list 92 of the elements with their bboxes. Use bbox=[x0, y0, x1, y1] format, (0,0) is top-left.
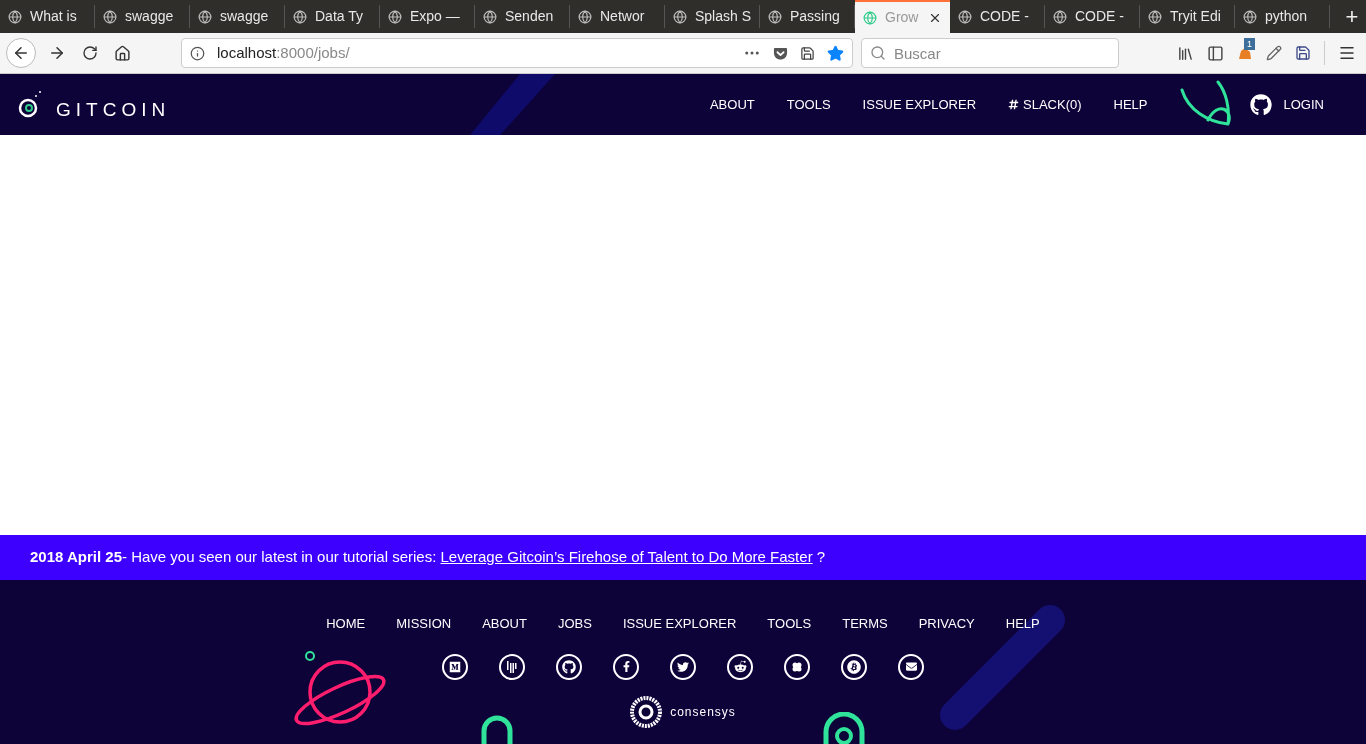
browser-tab[interactable]: Networ bbox=[570, 5, 665, 28]
site-icon bbox=[1243, 9, 1257, 24]
search-icon bbox=[870, 45, 886, 61]
hashtag-icon bbox=[1008, 99, 1020, 110]
notification-badge: 1 bbox=[1244, 38, 1255, 50]
footer-link[interactable]: HELP bbox=[1005, 614, 1040, 634]
footer-link[interactable]: JOBS bbox=[557, 614, 592, 634]
medium-icon[interactable] bbox=[442, 653, 468, 680]
tab-title: Networ bbox=[600, 7, 645, 26]
footer-link[interactable]: HOME bbox=[326, 614, 366, 634]
tab-title: Expo — bbox=[410, 7, 460, 26]
footer-link[interactable]: TOOLS bbox=[767, 614, 812, 634]
tab-title: CODE - bbox=[980, 7, 1029, 26]
library-icon[interactable] bbox=[1177, 44, 1194, 62]
nav-link[interactable]: ABOUT bbox=[709, 94, 755, 115]
site-icon bbox=[198, 9, 212, 24]
tab-title: swagge bbox=[125, 7, 174, 26]
site-icon bbox=[1053, 9, 1067, 24]
forward-icon[interactable] bbox=[48, 44, 66, 62]
github-icon bbox=[1249, 93, 1272, 116]
announcement-text: 2018 April 25- Have you seen our latest in our tutorial series: Leverage Gitcoin’s Firehose of Talent to Do More Faster ? bbox=[30, 547, 826, 568]
login-link[interactable]: LOGIN bbox=[1249, 93, 1324, 116]
nav-link[interactable]: SLACK(0) bbox=[1008, 94, 1082, 115]
pocket-icon[interactable] bbox=[773, 45, 788, 61]
save-icon[interactable] bbox=[1295, 45, 1311, 61]
tab-title: Data Ty bbox=[315, 7, 363, 26]
twitter-icon[interactable] bbox=[670, 653, 696, 680]
footer-link[interactable]: ISSUE EXPLORER bbox=[622, 614, 737, 634]
tab-title: python bbox=[1265, 7, 1308, 26]
browser-tab[interactable]: What is bbox=[0, 5, 95, 28]
site-icon bbox=[673, 9, 687, 24]
arch-drawing bbox=[822, 712, 866, 744]
tab-title: CODE - bbox=[1075, 7, 1124, 26]
site-icon bbox=[103, 9, 117, 24]
site-icon bbox=[1148, 9, 1162, 24]
back-button[interactable] bbox=[6, 38, 36, 68]
reddit-icon[interactable] bbox=[727, 653, 753, 680]
tutorial-link[interactable]: Leverage Gitcoin’s Firehose of Talent to Do More Faster bbox=[440, 548, 813, 566]
tab-title: What is bbox=[30, 7, 77, 26]
new-tab-button[interactable]: + bbox=[1338, 0, 1366, 33]
site-icon bbox=[293, 9, 307, 24]
search-field[interactable]: Buscar bbox=[861, 38, 1119, 68]
browser-tab[interactable]: Tryit Edi bbox=[1140, 5, 1235, 28]
site-icon bbox=[8, 9, 22, 24]
logo-text: GITCOIN bbox=[56, 98, 171, 123]
site-icon bbox=[578, 9, 592, 24]
url-text: localhost:8000/jobs/ bbox=[217, 42, 350, 63]
footer-link[interactable]: ABOUT bbox=[482, 614, 527, 634]
bitcoin-icon[interactable] bbox=[841, 653, 867, 680]
browser-tab[interactable]: CODE - bbox=[1045, 5, 1140, 28]
site-icon bbox=[958, 9, 972, 24]
browser-tab[interactable]: Splash S bbox=[665, 5, 760, 28]
bars-icon[interactable] bbox=[499, 653, 525, 680]
url-field[interactable]: localhost:8000/jobs/ bbox=[181, 38, 853, 68]
sponsor-logo-text: consensys bbox=[670, 703, 736, 721]
browser-tab[interactable]: swagge bbox=[190, 5, 285, 28]
home-icon[interactable] bbox=[114, 44, 131, 62]
browser-tab[interactable]: CODE - bbox=[950, 5, 1045, 28]
browser-tab[interactable]: swagge bbox=[95, 5, 190, 28]
tab-title: Tryit Edi bbox=[1170, 7, 1221, 26]
footer-link[interactable]: TERMS bbox=[842, 614, 888, 634]
footer-link[interactable]: PRIVACY bbox=[918, 614, 975, 634]
tab-title: Senden bbox=[505, 7, 554, 26]
sidebar-icon[interactable] bbox=[1207, 44, 1224, 62]
mail-icon[interactable] bbox=[898, 653, 924, 680]
footer-link[interactable]: MISSION bbox=[396, 614, 452, 634]
star-icon[interactable] bbox=[827, 44, 844, 62]
pen-icon[interactable] bbox=[1266, 45, 1282, 61]
arch-drawing bbox=[480, 715, 514, 744]
browser-tab[interactable]: Senden bbox=[475, 5, 570, 28]
tab-title: Grow bbox=[885, 8, 919, 27]
browser-tab[interactable]: Data Ty bbox=[285, 5, 380, 28]
tab-title: Splash S bbox=[695, 7, 752, 26]
nav-link[interactable]: ISSUE EXPLORER bbox=[862, 94, 977, 115]
github-icon[interactable] bbox=[556, 653, 582, 680]
swirl-icon bbox=[630, 695, 663, 728]
site-icon bbox=[388, 9, 402, 24]
facebook-icon[interactable] bbox=[613, 653, 639, 680]
tab-title: Passing bbox=[790, 7, 840, 26]
menu-icon[interactable] bbox=[1338, 44, 1356, 62]
browser-tab[interactable]: Expo — bbox=[380, 5, 475, 28]
clover-icon[interactable] bbox=[784, 653, 810, 680]
site-icon bbox=[863, 10, 877, 25]
nav-link[interactable]: HELP bbox=[1113, 94, 1148, 115]
info-icon[interactable] bbox=[190, 45, 205, 61]
site-icon bbox=[768, 9, 782, 24]
tab-title: swagge bbox=[220, 7, 269, 26]
save-icon[interactable] bbox=[800, 45, 815, 61]
site-icon bbox=[483, 9, 497, 24]
nav-link[interactable]: TOOLS bbox=[786, 94, 831, 115]
reload-icon[interactable] bbox=[82, 45, 98, 61]
browser-tab[interactable]: python bbox=[1235, 5, 1330, 28]
